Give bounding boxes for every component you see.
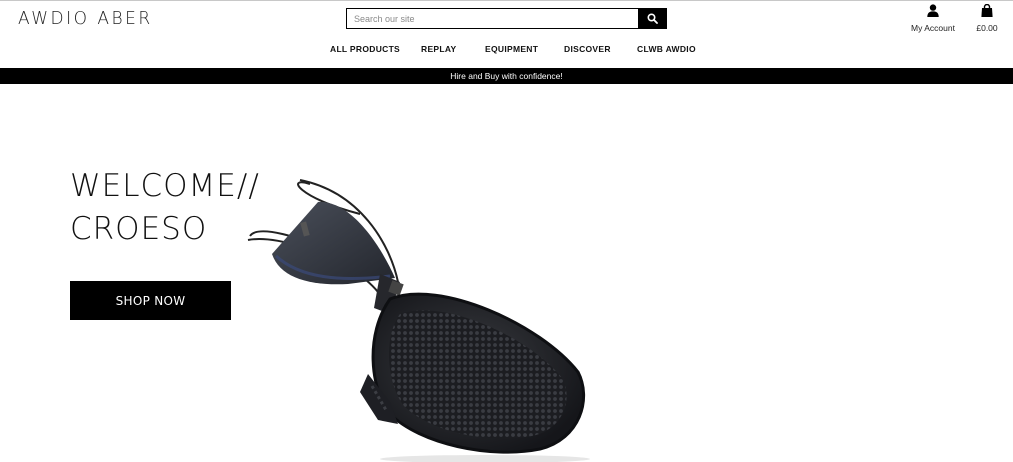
announcement-text: Hire and Buy with confidence! (450, 71, 563, 81)
top-divider (0, 0, 1013, 1)
search-button[interactable] (638, 9, 666, 28)
hero-title: WELCOME// CROESO (70, 165, 260, 251)
cart-total: £0.00 (976, 23, 998, 33)
headphones-product-image (247, 179, 590, 462)
announcement-banner: Hire and Buy with confidence! (0, 68, 1013, 84)
nav-item-equipment[interactable]: EQUIPMENT (485, 44, 538, 54)
my-account-link[interactable]: My Account (905, 4, 961, 33)
hero-title-line-1: WELCOME// (70, 168, 260, 204)
hero-title-line-2: CROESO (70, 211, 208, 247)
search-input[interactable] (347, 9, 638, 28)
search-bar (346, 8, 667, 29)
cart-link[interactable]: £0.00 (972, 3, 1002, 33)
user-icon (927, 4, 939, 17)
shopping-bag-icon (981, 3, 993, 17)
shop-now-button[interactable]: SHOP NOW (70, 281, 231, 320)
nav-item-all-products[interactable]: ALL PRODUCTS (330, 44, 400, 54)
nav-item-clwb-awdio[interactable]: CLWB AWDIO (637, 44, 696, 54)
nav-item-discover[interactable]: DISCOVER (564, 44, 611, 54)
my-account-label: My Account (911, 23, 955, 33)
site-logo[interactable]: AWDIO ABER (18, 9, 153, 30)
main-nav: ALL PRODUCTS REPLAY EQUIPMENT DISCOVER C… (0, 44, 1013, 58)
search-icon (646, 13, 658, 24)
nav-item-replay[interactable]: REPLAY (421, 44, 457, 54)
